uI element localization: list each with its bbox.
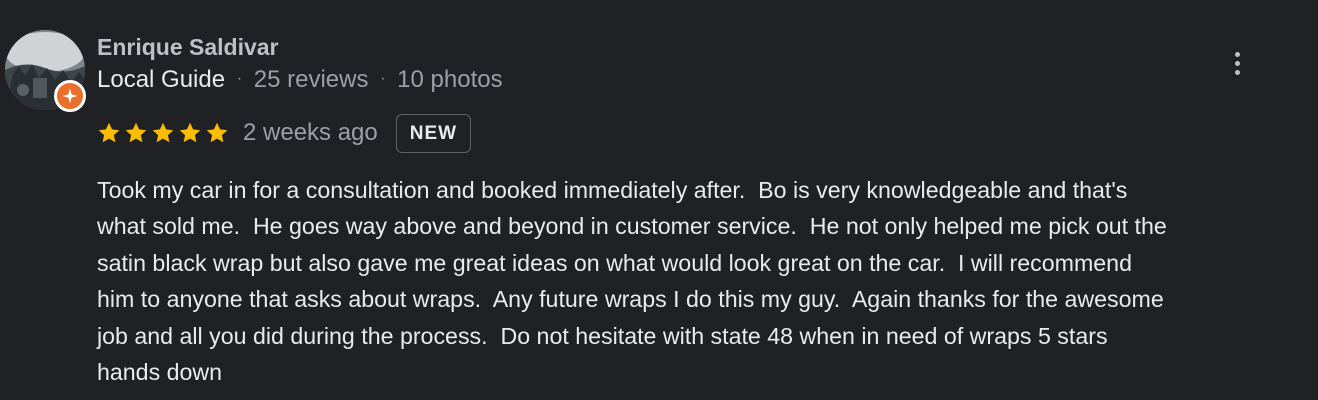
star-icon (179, 122, 201, 143)
review-card: Enrique Saldivar Local Guide · 25 review… (0, 0, 1318, 400)
reviewer-name[interactable]: Enrique Saldivar (97, 34, 279, 61)
meta-separator: · (380, 70, 386, 87)
local-guide-star-icon (54, 80, 86, 112)
meta-separator: · (236, 70, 243, 87)
new-badge: NEW (395, 113, 472, 153)
reviewer-meta[interactable]: Local Guide · 25 reviews · 10 photos (97, 66, 503, 94)
star-icon (125, 122, 147, 143)
photos-count: 10 photos (397, 66, 503, 93)
reviews-count: 25 reviews (253, 66, 369, 93)
star-rating (97, 121, 229, 145)
avatar-container[interactable] (5, 30, 86, 112)
review-text: Took my car in for a consultation and bo… (97, 177, 1167, 386)
rating-row: 2 weeks ago NEW (97, 111, 472, 155)
star-icon (206, 122, 228, 143)
star-icon (98, 122, 120, 143)
review-date: 2 weeks ago (243, 119, 378, 146)
more-vertical-icon (1234, 51, 1240, 57)
more-options-button[interactable] (1222, 46, 1252, 80)
local-guide-label: Local Guide (97, 66, 226, 93)
star-icon (152, 122, 174, 143)
